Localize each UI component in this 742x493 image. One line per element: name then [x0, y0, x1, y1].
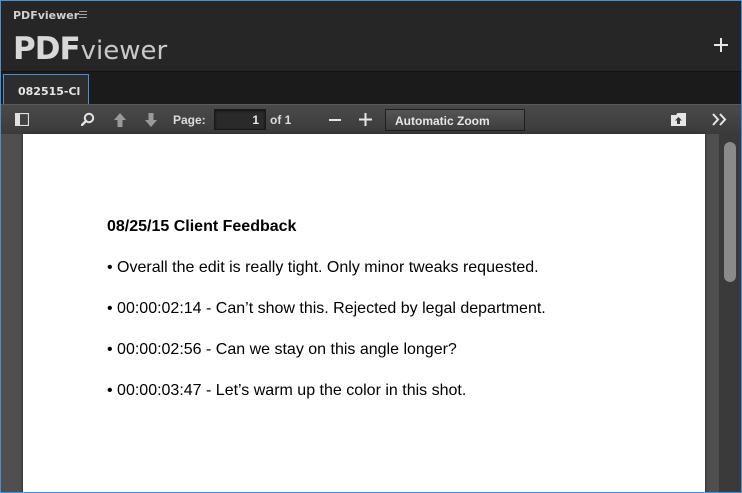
next-page-icon[interactable] — [144, 112, 158, 128]
tab-document[interactable]: 082515-Cl — [3, 74, 89, 104]
pdfviewer-panel: PDFviewer PDFviewer 082515-Cl Page: of 1 — [0, 0, 742, 493]
brand-row: PDFviewer — [1, 31, 741, 71]
scrollbar-thumb[interactable] — [724, 142, 736, 282]
previous-page-icon[interactable] — [113, 112, 127, 128]
open-file-icon[interactable] — [670, 112, 687, 127]
search-icon[interactable] — [81, 112, 95, 126]
document-title: 08/25/15 Client Feedback — [107, 218, 297, 235]
logo-pdf-text: PDF — [13, 31, 81, 67]
zoom-select[interactable]: Automatic Zoom — [385, 109, 525, 131]
tab-bar: 082515-Cl — [1, 71, 741, 105]
page-number-input[interactable] — [214, 109, 266, 130]
tab-label: 082515-Cl — [18, 85, 81, 98]
zoom-out-icon[interactable] — [329, 118, 341, 122]
feedback-line: • 00:00:03:47 - Let’s warm up the color … — [107, 382, 467, 399]
feedback-line: • 00:00:02:56 - Can we stay on this angl… — [107, 341, 457, 358]
app-logo: PDFviewer — [13, 31, 167, 67]
pdf-toolbar: Page: of 1 Automatic Zoom — [1, 104, 741, 136]
tools-icon[interactable] — [712, 113, 728, 126]
page-count-label: of 1 — [270, 113, 292, 127]
pdf-page: 08/25/15 Client Feedback • Overall the e… — [23, 134, 705, 492]
panel-header: PDFviewer — [1, 1, 741, 31]
vertical-scrollbar[interactable] — [719, 134, 741, 492]
feedback-line: • Overall the edit is really tight. Only… — [107, 259, 539, 276]
zoom-in-icon[interactable] — [359, 113, 372, 126]
feedback-line: • 00:00:02:14 - Can’t show this. Rejecte… — [107, 300, 546, 317]
page-label: Page: — [173, 113, 206, 127]
menu-icon[interactable] — [79, 11, 87, 19]
logo-viewer-text: viewer — [80, 36, 168, 66]
panel-title: PDFviewer — [13, 9, 80, 22]
document-viewport: 08/25/15 Client Feedback • Overall the e… — [1, 134, 741, 492]
zoom-select-value: Automatic Zoom — [395, 114, 490, 128]
sidebar-toggle-icon[interactable] — [15, 113, 29, 126]
add-icon[interactable] — [713, 37, 729, 53]
